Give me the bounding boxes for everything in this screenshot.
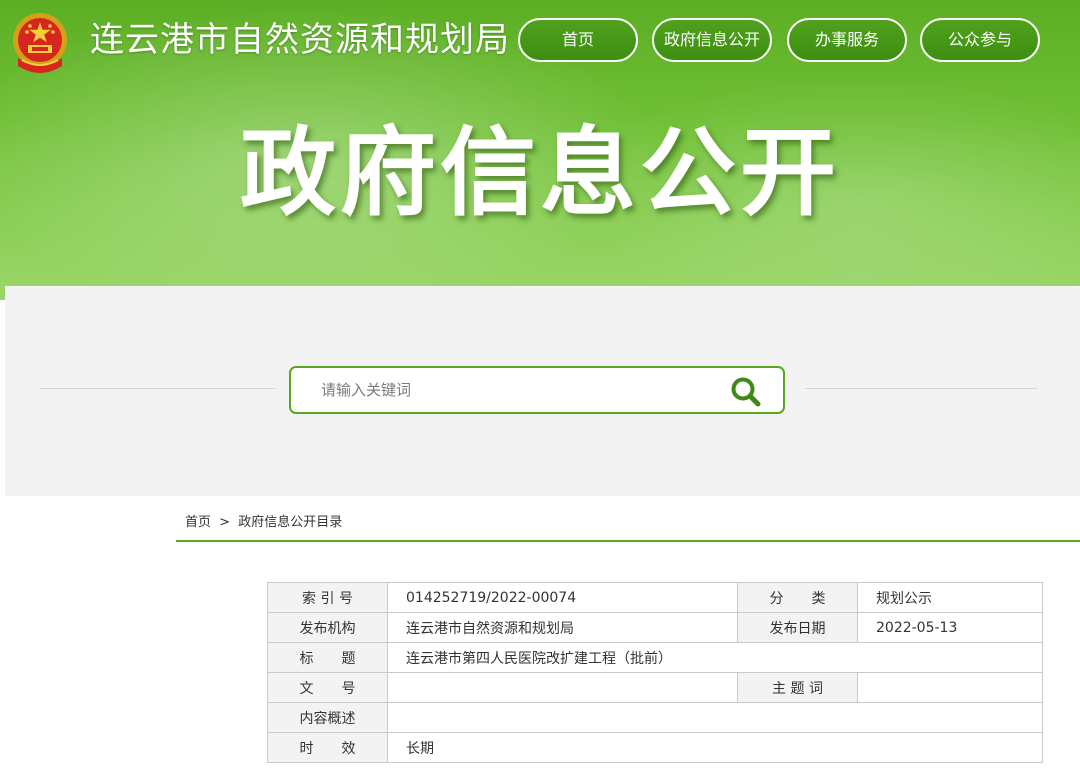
nav-home-button[interactable]: 首页 xyxy=(518,18,638,62)
table-row: 内容概述 xyxy=(267,702,1043,733)
table-row: 索 引 号 014252719/2022-00074 分 类 规划公示 xyxy=(267,582,1043,613)
docno-value xyxy=(387,672,738,703)
breadcrumb-current-link[interactable]: 政府信息公开目录 xyxy=(238,515,342,530)
date-value: 2022-05-13 xyxy=(857,612,1043,643)
docno-label: 文 号 xyxy=(267,672,388,703)
breadcrumb: 首页 > 政府信息公开目录 xyxy=(185,513,346,533)
search-divider-right xyxy=(805,388,1037,389)
search-box xyxy=(289,366,785,414)
keywords-value xyxy=(857,672,1043,703)
table-row: 发布机构 连云港市自然资源和规划局 发布日期 2022-05-13 xyxy=(267,612,1043,643)
table-row: 时 效 长期 xyxy=(267,732,1043,763)
nav-participation-button[interactable]: 公众参与 xyxy=(920,18,1040,62)
publisher-value: 连云港市自然资源和规划局 xyxy=(387,612,738,643)
breadcrumb-home-link[interactable]: 首页 xyxy=(185,515,211,530)
summary-value xyxy=(387,702,1043,733)
breadcrumb-separator: > xyxy=(219,515,231,530)
breadcrumb-divider xyxy=(176,540,1080,542)
nav-services-button[interactable]: 办事服务 xyxy=(787,18,907,62)
summary-label: 内容概述 xyxy=(267,702,388,733)
search-icon[interactable] xyxy=(729,375,763,409)
table-row: 文 号 主 题 词 xyxy=(267,672,1043,703)
validity-value: 长期 xyxy=(387,732,1043,763)
hero-title: 政府信息公开 xyxy=(240,117,840,229)
nav-gov-info-button[interactable]: 政府信息公开 xyxy=(652,18,772,62)
category-label: 分 类 xyxy=(737,582,858,613)
search-input[interactable] xyxy=(303,374,703,406)
category-value: 规划公示 xyxy=(857,582,1043,613)
search-panel xyxy=(5,286,1080,496)
keywords-label: 主 题 词 xyxy=(737,672,858,703)
date-label: 发布日期 xyxy=(737,612,858,643)
search-divider-left xyxy=(40,388,276,389)
validity-label: 时 效 xyxy=(267,732,388,763)
main-nav: 首页 政府信息公开 办事服务 公众参与 xyxy=(0,18,1080,64)
title-value: 连云港市第四人民医院改扩建工程（批前） xyxy=(387,642,1043,673)
title-label: 标 题 xyxy=(267,642,388,673)
header-banner: 连云港市自然资源和规划局 首页 政府信息公开 办事服务 公众参与 政府信息公开 xyxy=(0,0,1080,300)
document-info-table: 索 引 号 014252719/2022-00074 分 类 规划公示 发布机构… xyxy=(267,582,1043,763)
table-row: 标 题 连云港市第四人民医院改扩建工程（批前） xyxy=(267,642,1043,673)
index-label: 索 引 号 xyxy=(267,582,388,613)
publisher-label: 发布机构 xyxy=(267,612,388,643)
index-value: 014252719/2022-00074 xyxy=(387,582,738,613)
